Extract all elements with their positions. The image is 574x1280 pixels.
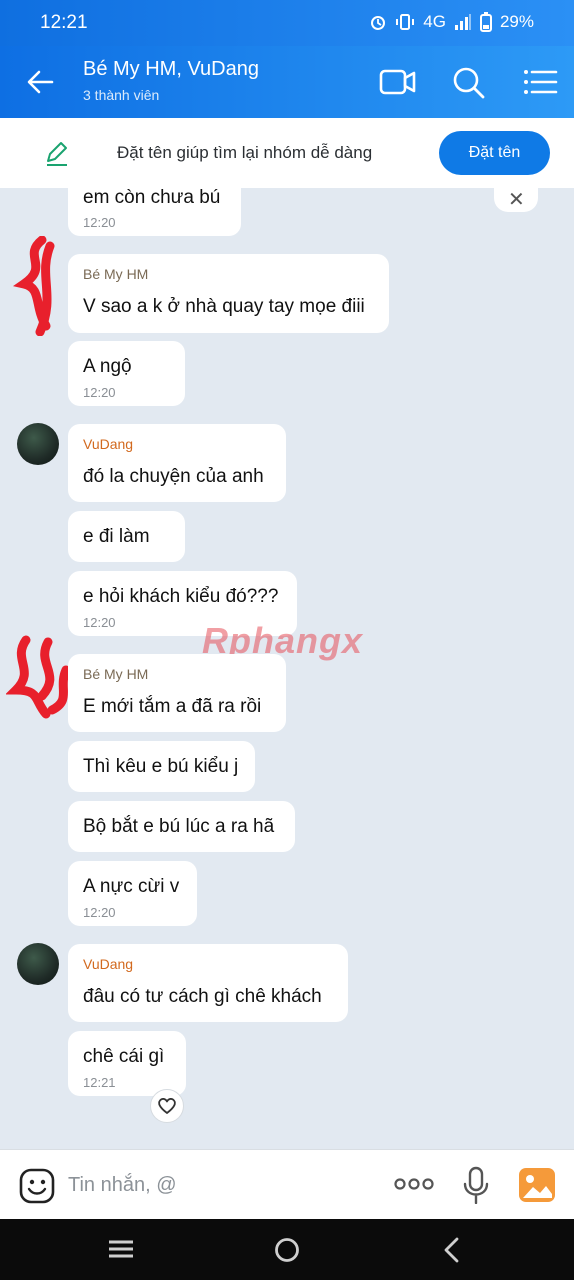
react-heart-button[interactable]	[150, 1089, 184, 1123]
message-text: E mới tắm a đã ra rồi	[83, 696, 262, 717]
close-suggestion-button[interactable]: ✕	[494, 186, 538, 212]
message-text: đó la chuyện của anh	[83, 466, 264, 487]
alarm-icon	[371, 16, 386, 30]
avatar[interactable]	[17, 943, 59, 985]
back-arrow-icon[interactable]	[22, 64, 58, 100]
message-text: chê cái gì	[83, 1046, 165, 1067]
message-bubble[interactable]: VuDang đâu có tư cách gì chê khách	[68, 944, 348, 1022]
chat-title[interactable]: Bé My HM, VuDang	[83, 58, 259, 81]
message-text: e đi làm	[83, 526, 150, 547]
message-input-bar: Tin nhắn, @	[0, 1149, 574, 1219]
image-gallery-icon[interactable]	[518, 1167, 556, 1203]
microphone-icon[interactable]	[462, 1166, 490, 1204]
sender-name: Bé My HM	[83, 266, 149, 282]
status-icons: 4G 29%	[369, 12, 534, 32]
avatar[interactable]	[17, 423, 59, 465]
message-bubble[interactable]: em còn chưa bú 12:20	[68, 174, 241, 236]
message-text: đâu có tư cách gì chê khách	[83, 986, 322, 1007]
recent-apps-icon[interactable]	[107, 1236, 135, 1262]
search-icon[interactable]	[448, 62, 488, 102]
signal-icon	[454, 14, 471, 30]
chat-header: Bé My HM, VuDang 3 thành viên	[0, 46, 574, 118]
redacted-avatar	[12, 236, 55, 336]
message-time: 12:20	[83, 385, 116, 400]
member-count[interactable]: 3 thành viên	[83, 87, 159, 103]
emoji-icon[interactable]	[18, 1167, 56, 1205]
message-bubble[interactable]: A nực cừi v 12:20	[68, 861, 197, 926]
more-options-icon[interactable]	[394, 1172, 434, 1196]
message-bubble[interactable]: Bộ bắt e bú lúc a ra hã	[68, 801, 295, 852]
status-bar: 12:21 4G 29%	[0, 0, 574, 46]
home-icon[interactable]	[273, 1236, 301, 1264]
nav-back-icon[interactable]	[441, 1236, 463, 1264]
message-time: 12:20	[83, 615, 116, 630]
suggestion-text: Đặt tên giúp tìm lại nhóm dễ dàng	[117, 143, 373, 162]
message-text: A ngộ	[83, 356, 132, 377]
close-icon[interactable]: ✕	[508, 187, 525, 212]
message-bubble[interactable]: Thì kêu e bú kiểu j	[68, 741, 255, 792]
message-bubble[interactable]: chê cái gì 12:21	[68, 1031, 186, 1096]
message-text: V sao a k ở nhà quay tay mọe điii	[83, 296, 365, 317]
sender-name: Bé My HM	[83, 666, 149, 682]
system-nav-bar	[0, 1219, 574, 1280]
menu-icon[interactable]	[520, 62, 560, 102]
battery-icon	[479, 12, 492, 32]
battery-level: 29%	[499, 12, 534, 31]
sender-name: VuDang	[83, 956, 134, 972]
sender-name: VuDang	[83, 436, 134, 452]
message-text: Thì kêu e bú kiểu j	[83, 756, 239, 777]
message-input[interactable]: Tin nhắn, @	[68, 1174, 177, 1197]
pencil-icon	[47, 142, 67, 166]
heart-icon[interactable]	[157, 1097, 177, 1115]
set-name-button[interactable]: Đặt tên	[439, 131, 550, 175]
message-time: 12:20	[83, 215, 116, 230]
vibrate-icon	[396, 14, 415, 30]
message-text: A nực cừi v	[83, 876, 180, 897]
message-text: em còn chưa bú	[83, 187, 221, 208]
message-bubble[interactable]: VuDang đó la chuyện của anh	[68, 424, 286, 502]
message-time: 12:21	[83, 1075, 116, 1090]
message-bubble[interactable]: Bé My HM E mới tắm a đã ra rồi	[68, 654, 286, 732]
message-time: 12:20	[83, 905, 116, 920]
network-type: 4G	[423, 12, 446, 31]
message-text: Bộ bắt e bú lúc a ra hã	[83, 816, 275, 837]
message-text: e hỏi khách kiểu đó???	[83, 586, 279, 607]
message-bubble[interactable]: e đi làm	[68, 511, 185, 562]
message-bubble[interactable]: A ngộ 12:20	[68, 341, 185, 406]
message-bubble[interactable]: Bé My HM V sao a k ở nhà quay tay mọe đi…	[68, 254, 389, 333]
status-time: 12:21	[40, 12, 88, 33]
video-call-icon[interactable]	[378, 62, 418, 102]
